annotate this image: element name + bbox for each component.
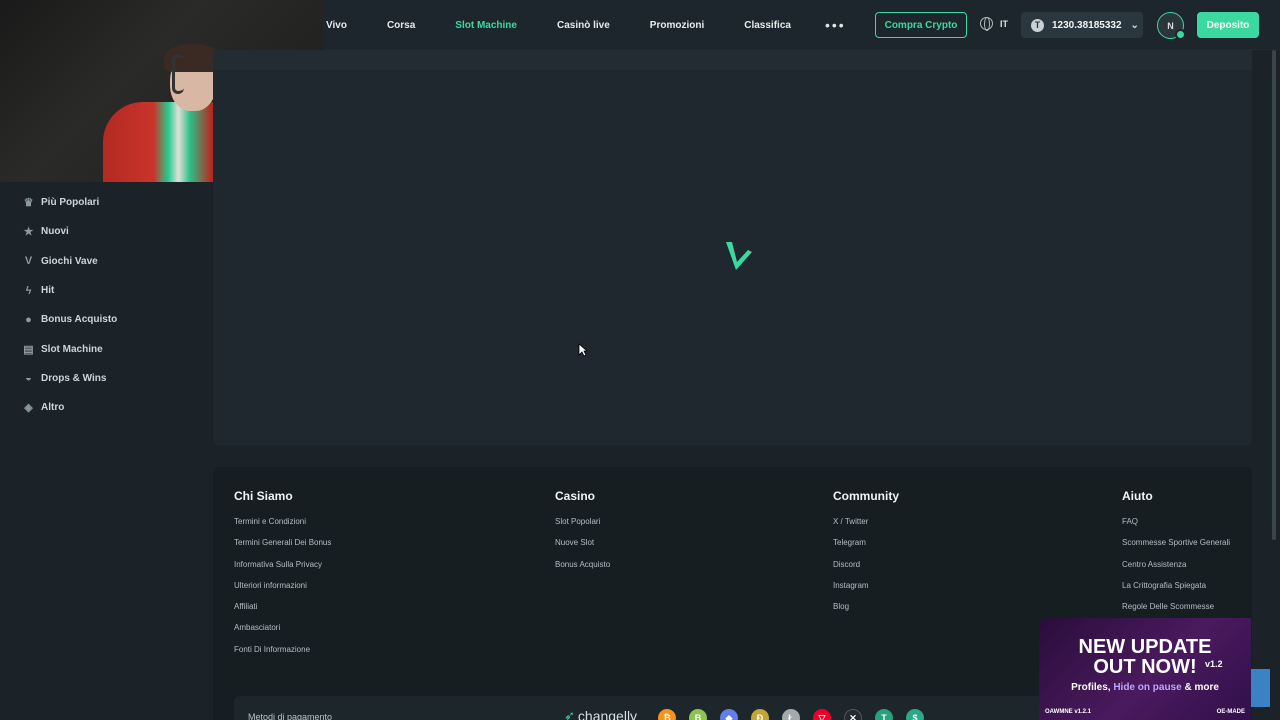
- footer-column-title: Chi Siamo: [234, 489, 293, 503]
- sidebar-item-nuovi[interactable]: ★ Nuovi: [0, 217, 200, 246]
- nav-item-casino-live[interactable]: Casinò live: [557, 20, 610, 31]
- footer-link[interactable]: Termini e Condizioni: [234, 517, 331, 538]
- footer-link[interactable]: Bonus Acquisto: [555, 560, 610, 581]
- footer-link[interactable]: Ambasciatori: [234, 623, 331, 644]
- nav-item-slot-machine[interactable]: Slot Machine: [455, 20, 517, 31]
- game-header-strip: [213, 50, 1252, 70]
- cube-icon: ◈: [24, 402, 33, 415]
- bitcoin-icon: ₿: [658, 709, 676, 720]
- mouse-cursor-icon: [578, 343, 588, 357]
- sidebar: ♛ Più Popolari ★ Nuovi V Giochi Vave ϟ Hit ●…: [0, 188, 200, 422]
- scrollbar[interactable]: [1272, 50, 1276, 540]
- sidebar-item-label: Più Popolari: [41, 197, 100, 209]
- chevron-down-icon: ⌄: [1130, 19, 1139, 31]
- balance-amount: 1230.38185332: [1052, 19, 1122, 31]
- footer-link[interactable]: Fonti Di Informazione: [234, 645, 331, 666]
- promo-version: v1.2: [1205, 659, 1223, 669]
- money-bag-icon: ●: [25, 313, 32, 326]
- more-menu-icon[interactable]: •••: [825, 17, 846, 33]
- footer-link[interactable]: Ulteriori informazioni: [234, 581, 331, 602]
- payment-methods-bar: Metodi di pagamento ➶ changelly ₿ B ◆ Ð …: [234, 696, 1074, 720]
- sidebar-item-label: Bonus Acquisto: [41, 314, 118, 326]
- loading-logo-icon: [726, 242, 752, 270]
- dogecoin-icon: Ð: [751, 709, 769, 720]
- changelly-label: changelly: [577, 708, 638, 720]
- footer-link[interactable]: Scommesse Sportive Generali: [1122, 538, 1230, 559]
- footer-column-title: Community: [833, 489, 899, 503]
- nav-item-promozioni[interactable]: Promozioni: [650, 20, 704, 31]
- balance-selector[interactable]: T 1230.38185332 ⌄: [1021, 12, 1143, 38]
- crown-icon: ♛: [23, 197, 34, 210]
- footer-column-community: Community X / Twitter Telegram Discord I…: [833, 489, 899, 623]
- sidebar-item-altro[interactable]: ◈ Altro: [0, 393, 200, 422]
- sidebar-item-piu-popolari[interactable]: ♛ Più Popolari: [0, 188, 200, 217]
- rocket-icon: ➶: [564, 708, 575, 720]
- tether-icon: T: [875, 709, 893, 720]
- footer-link[interactable]: Blog: [833, 602, 899, 623]
- sidebar-item-label: Slot Machine: [41, 343, 103, 355]
- footer-link[interactable]: Discord: [833, 560, 899, 581]
- language-selector[interactable]: IT: [980, 17, 1008, 31]
- sidebar-item-label: Altro: [41, 402, 65, 414]
- nav-item-vivo[interactable]: Vivo: [326, 20, 347, 31]
- footer-link[interactable]: X / Twitter: [833, 517, 899, 538]
- sidebar-item-label: Hit: [41, 285, 55, 297]
- footer-column-title: Casino: [555, 489, 596, 503]
- usdc-icon: $: [906, 709, 924, 720]
- nav-item-classifica[interactable]: Classifica: [744, 20, 791, 31]
- tron-icon: ▽: [813, 709, 831, 720]
- footer-link[interactable]: Nuove Slot: [555, 538, 610, 559]
- vave-icon: V: [24, 255, 33, 268]
- changelly-logo[interactable]: ➶ changelly: [564, 708, 637, 720]
- footer-column-casino: Casino Slot Popolari Nuove Slot Bonus Ac…: [555, 489, 610, 581]
- drops-icon: ◒: [25, 372, 32, 385]
- tether-icon: T: [1031, 18, 1044, 32]
- footer-column-aiuto: Aiuto FAQ Scommesse Sportive Generali Ce…: [1122, 489, 1230, 623]
- nav-item-corsa[interactable]: Corsa: [387, 20, 415, 31]
- bitcoin-cash-icon: B: [689, 709, 707, 720]
- ethereum-icon: ◆: [720, 709, 738, 720]
- xrp-icon: ✕: [844, 709, 862, 720]
- footer-link[interactable]: Instagram: [833, 581, 899, 602]
- deposit-button[interactable]: Deposito: [1197, 12, 1259, 38]
- footer-column-title: Aiuto: [1122, 489, 1153, 503]
- footer-link[interactable]: Slot Popolari: [555, 517, 610, 538]
- status-dot: [1175, 29, 1186, 40]
- sidebar-item-slot-machine[interactable]: ▤ Slot Machine: [0, 334, 200, 363]
- sidebar-item-label: Drops & Wins: [41, 372, 107, 384]
- footer-link[interactable]: La Crittografia Spiegata: [1122, 581, 1230, 602]
- footer-column-chi-siamo: Chi Siamo Termini e Condizioni Termini G…: [234, 489, 331, 666]
- sidebar-item-label: Giochi Vave: [41, 255, 98, 267]
- footer-link[interactable]: Informativa Sulla Privacy: [234, 560, 331, 581]
- star-icon: ★: [23, 226, 34, 239]
- coin-list: ₿ B ◆ Ð Ł ▽ ✕ T $: [658, 709, 937, 720]
- footer-link[interactable]: Affiliati: [234, 602, 331, 623]
- payment-methods-label: Metodi di pagamento: [248, 712, 333, 720]
- footer-link[interactable]: Telegram: [833, 538, 899, 559]
- language-code: IT: [1000, 18, 1008, 29]
- main-nav: Vivo Corsa Slot Machine Casinò live Prom…: [326, 0, 846, 50]
- footer-link[interactable]: Termini Generali Dei Bonus: [234, 538, 331, 559]
- sidebar-item-bonus-acquisto[interactable]: ● Bonus Acquisto: [0, 305, 200, 334]
- sidebar-item-giochi-vave[interactable]: V Giochi Vave: [0, 247, 200, 276]
- lightning-icon: ϟ: [25, 284, 32, 297]
- promo-branding: OAWMNE v1.2.1 OE-MADE: [1045, 709, 1245, 715]
- buy-crypto-button[interactable]: Compra Crypto: [875, 12, 967, 38]
- globe-icon: [980, 17, 993, 31]
- litecoin-icon: Ł: [782, 709, 800, 720]
- footer-link[interactable]: FAQ: [1122, 517, 1230, 538]
- sidebar-item-drops-wins[interactable]: ◒ Drops & Wins: [0, 364, 200, 393]
- footer-link[interactable]: Centro Assistenza: [1122, 560, 1230, 581]
- slot-machine-icon: ▤: [23, 343, 34, 356]
- sidebar-item-label: Nuovi: [41, 226, 69, 238]
- promo-features: Profiles, Hide on pause & more: [1071, 682, 1219, 693]
- sidebar-item-hit[interactable]: ϟ Hit: [0, 276, 200, 305]
- update-promo-overlay: NEW UPDATE OUT NOW! v1.2 Profiles, Hide …: [1039, 618, 1251, 720]
